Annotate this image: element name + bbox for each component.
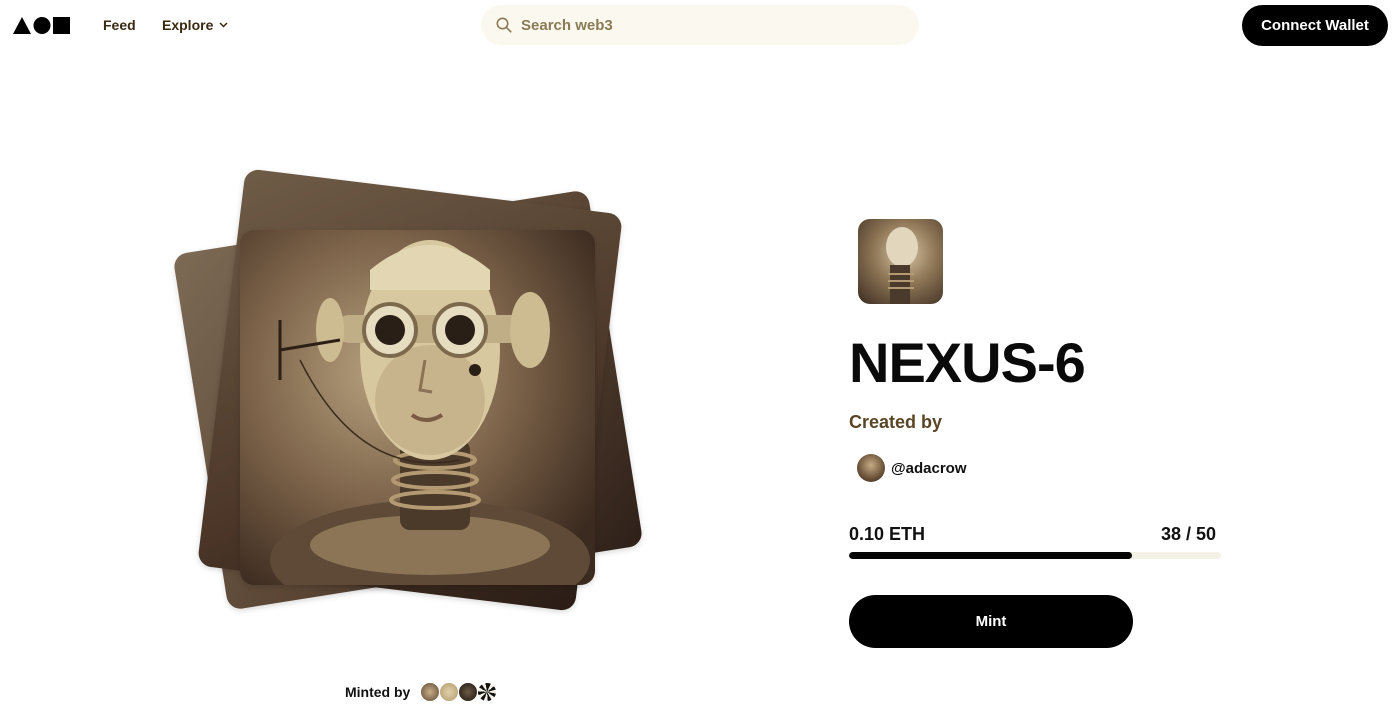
creator-avatar [857,454,885,482]
creator-profile-link[interactable]: @adacrow [857,454,966,482]
minter-avatar[interactable] [420,682,441,702]
minted-by-label: Minted by [345,684,411,700]
search-input[interactable] [521,16,881,34]
created-by-label: Created by [849,412,943,432]
search-icon [496,17,512,33]
chevron-down-icon [219,22,228,28]
artwork-image-robot[interactable] [240,230,595,585]
nav-explore-label: Explore [162,17,214,33]
robot-profile-illustration [886,227,918,304]
minter-avatars[interactable] [420,682,498,702]
collection-title: NEXUS-6 [849,331,1086,394]
connect-wallet-button[interactable]: Connect Wallet [1242,5,1388,46]
mint-progress-fill [849,552,1132,559]
creator-handle: @adacrow [891,459,967,477]
nav-feed-link[interactable]: Feed [103,17,136,33]
minter-avatar[interactable] [439,682,460,702]
mint-progress-bar [849,552,1221,559]
artwork-stack [160,160,644,630]
shapes-logo-icon[interactable] [13,16,71,35]
robot-portrait-illustration [270,240,590,585]
minted-by-row: Minted by [345,682,498,702]
minter-avatar[interactable] [477,682,498,702]
minter-avatar[interactable] [458,682,479,702]
nav-explore-dropdown[interactable]: Explore [162,17,228,33]
collection-thumbnail[interactable] [858,219,943,304]
top-navigation-bar: Feed Explore Connect Wallet [0,0,1400,52]
mint-price: 0.10 ETH [849,524,926,544]
mint-button[interactable]: Mint [849,595,1133,648]
mint-supply-count: 38 / 50 [1161,524,1217,544]
search-bar[interactable] [481,5,919,45]
